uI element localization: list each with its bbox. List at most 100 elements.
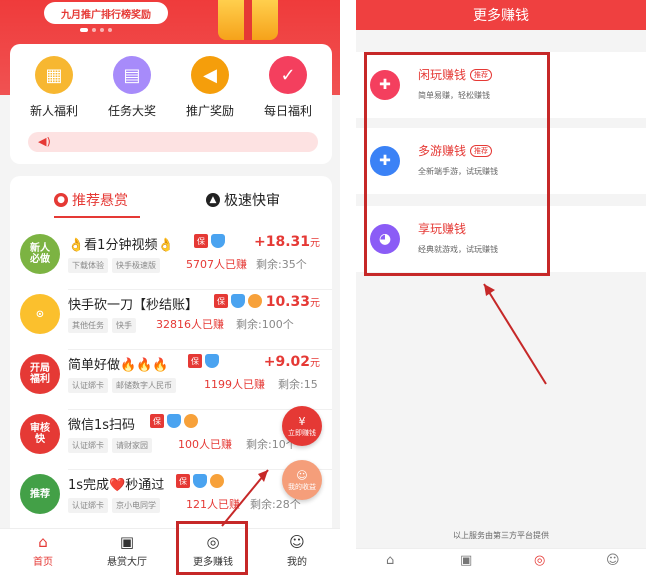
gamepad-icon[interactable]: ◎	[534, 553, 545, 568]
deposit-badge-icon: 保	[214, 294, 228, 308]
tab-underline	[54, 216, 140, 218]
task-avatar: 新人 必做	[20, 234, 60, 274]
bottom-nav: ⌂ 首页 ▣ 悬赏大厅 ◎ 更多赚钱 ☺ 我的	[0, 528, 340, 575]
right-screen: 更多赚钱 ✚ 闲玩赚钱 推荐 简单易赚，轻松赚钱 ✚ 多游赚钱 推荐 全新端手游，试…	[356, 0, 646, 575]
nav-label: 悬赏大厅	[107, 557, 147, 568]
feature-daily[interactable]: ✓ 每日福利	[252, 56, 324, 119]
task-earned-count: 100人已赚	[178, 438, 232, 451]
task-remaining: 剩余:15	[278, 378, 318, 391]
nav-bounty-hall[interactable]: ▣ 悬赏大厅	[92, 533, 162, 568]
nav-mine[interactable]: ☺ 我的	[262, 533, 332, 568]
tab-label: 极速快审	[224, 193, 280, 209]
ranking-banner-pill[interactable]: 九月推广排行榜奖励	[44, 2, 168, 24]
task-price: +18.31元	[253, 234, 320, 250]
nav-label: 首页	[33, 557, 53, 568]
rocket-icon: ▲	[206, 193, 220, 207]
page-title: 更多赚钱	[356, 0, 646, 30]
shield-icon	[231, 294, 245, 308]
task-title: 快手砍一刀【秒结账】	[68, 298, 199, 313]
task-title: 👌看1分钟视频👌	[68, 238, 174, 253]
yen-icon: ¥	[298, 414, 306, 428]
task-avatar: 推荐	[20, 474, 60, 514]
megaphone-icon: ◀	[191, 56, 229, 94]
feature-promotion[interactable]: ◀ 推广奖励	[174, 56, 246, 119]
task-avatar-pikachu: ⊙	[20, 294, 60, 334]
yen-doc-icon[interactable]: ▣	[460, 553, 472, 568]
task-remaining: 剩余:35个	[256, 258, 307, 271]
task-row[interactable]: 开局 福利 简单好做🔥🔥🔥 保 认证绑卡 邮储数字人民币 1199人已赚 剩余:15…	[10, 350, 332, 410]
task-earned-count: 5707人已赚	[186, 258, 247, 271]
task-tag: 快手极速版	[112, 258, 160, 273]
footer-note: 以上服务由第三方平台提供	[453, 531, 549, 540]
tab-fast-review[interactable]: ▲ 极速快审	[206, 190, 280, 210]
notice-bar[interactable]: ◀)	[28, 132, 318, 152]
nav-home[interactable]: ⌂ 首页	[8, 533, 78, 568]
feature-label: 任务大奖	[107, 104, 156, 118]
task-tag: 认证绑卡	[68, 498, 108, 513]
deposit-badge-icon: 保	[176, 474, 190, 488]
speaker-icon: ◀)	[38, 135, 51, 148]
task-price: +9.02元	[263, 354, 320, 370]
shield-icon	[211, 234, 225, 248]
shield-icon	[205, 354, 219, 368]
calendar-check-icon: ✓	[269, 56, 307, 94]
task-earned-count: 121人已赚	[186, 498, 240, 511]
task-tag: 京小电同学	[112, 498, 160, 513]
flame-icon: ●	[54, 193, 68, 207]
feature-label: 每日福利	[263, 104, 312, 118]
feature-card: ▦ 新人福利 ▤ 任务大奖 ◀ 推广奖励 ✓ 每日福利 ◀)	[10, 44, 332, 164]
octopus-icon	[248, 294, 262, 308]
user-icon: ☺	[289, 533, 305, 551]
smile-icon: ☺	[296, 468, 308, 482]
gift-box-icon	[218, 0, 278, 40]
bottom-nav: ⌂ ▣ ◎ ☺	[356, 548, 646, 575]
task-tag: 下载体验	[68, 258, 108, 273]
nav-label: 我的	[287, 557, 307, 568]
task-title: 微信1s扫码	[68, 418, 136, 433]
tab-label: 推荐悬赏	[72, 193, 128, 209]
deposit-badge-icon: 保	[150, 414, 164, 428]
home-icon: ⌂	[38, 533, 48, 551]
task-title: 简单好做🔥🔥🔥	[68, 358, 169, 373]
float-earn-button[interactable]: ¥ 立即赚钱	[282, 406, 322, 446]
feature-task-prize[interactable]: ▤ 任务大奖	[96, 56, 168, 119]
deposit-badge-icon: 保	[188, 354, 202, 368]
octopus-icon	[184, 414, 198, 428]
task-tag: 邮储数字人民币	[112, 378, 176, 393]
task-earned-count: 32816人已赚	[156, 318, 224, 331]
task-title: 1s完成❤️秒通过	[68, 478, 165, 493]
shield-icon	[193, 474, 207, 488]
feature-label: 新人福利	[29, 104, 78, 118]
task-row[interactable]: 新人 必做 👌看1分钟视频👌 保 下载体验 快手极速版 5707人已赚 剩余:35个…	[10, 230, 332, 290]
float-label: 立即赚钱	[288, 428, 316, 437]
task-remaining: 剩余:28个	[250, 498, 301, 511]
feature-newcomer[interactable]: ▦ 新人福利	[18, 56, 90, 119]
task-tag: 其他任务	[68, 318, 108, 333]
task-tag: 认证绑卡	[68, 378, 108, 393]
user-icon[interactable]: ☺	[606, 553, 620, 568]
task-tag: 快手	[112, 318, 136, 333]
banner-indicator	[80, 28, 112, 32]
feature-label: 推广奖励	[185, 104, 234, 118]
clipboard-icon: ▤	[113, 56, 151, 94]
float-income-button[interactable]: ☺ 我的收益	[282, 460, 322, 500]
tab-recommended[interactable]: ● 推荐悬赏	[54, 190, 128, 210]
home-icon[interactable]: ⌂	[386, 553, 394, 568]
task-price: 10.33元	[265, 294, 320, 310]
yen-doc-icon: ▣	[119, 533, 135, 551]
octopus-icon	[210, 474, 224, 488]
highlight-box-items	[364, 52, 550, 276]
highlight-box-nav	[176, 521, 248, 575]
left-screen: 九月推广排行榜奖励 ▦ 新人福利 ▤ 任务大奖 ◀ 推广奖励 ✓ 每日福利 ◀)	[0, 0, 340, 575]
deposit-badge-icon: 保	[194, 234, 208, 248]
task-row[interactable]: ⊙ 快手砍一刀【秒结账】 保 其他任务 快手 32816人已赚 剩余:100个 1…	[10, 290, 332, 350]
task-avatar: 开局 福利	[20, 354, 60, 394]
task-avatar: 审核快	[20, 414, 60, 454]
task-remaining: 剩余:100个	[236, 318, 294, 331]
task-earned-count: 1199人已赚	[204, 378, 265, 391]
shield-icon	[167, 414, 181, 428]
task-tag: 认证绑卡	[68, 438, 108, 453]
task-tag: 请财家园	[112, 438, 152, 453]
float-label: 我的收益	[288, 482, 316, 491]
calendar-gift-icon: ▦	[35, 56, 73, 94]
